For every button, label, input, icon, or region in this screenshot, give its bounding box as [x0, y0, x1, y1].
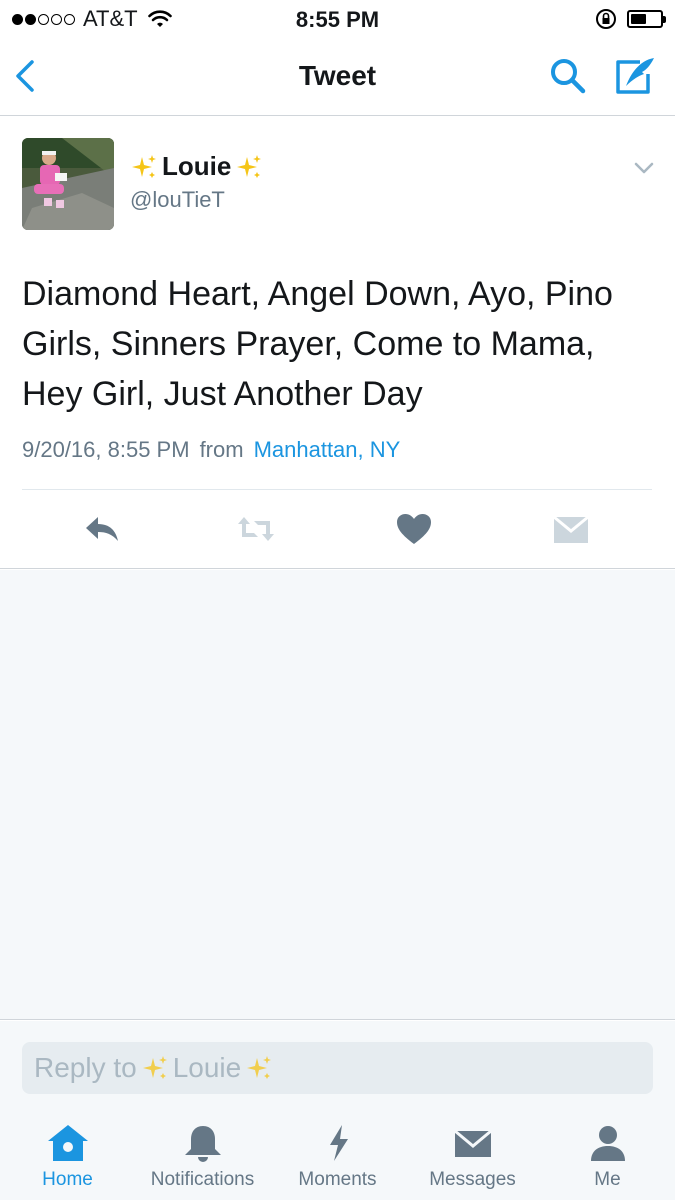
- location-link[interactable]: Manhattan, NY: [254, 437, 401, 463]
- avatar-photo: [22, 138, 114, 230]
- reply-input[interactable]: Reply to Louie: [22, 1042, 653, 1094]
- lightning-icon: [329, 1125, 348, 1161]
- user-handle[interactable]: @louTieT: [130, 187, 225, 213]
- battery-icon: [627, 10, 666, 28]
- tab-label: Messages: [429, 1169, 516, 1190]
- divider: [22, 489, 652, 490]
- bell-icon: [184, 1126, 221, 1162]
- direct-message-icon[interactable]: [551, 511, 591, 547]
- tab-me[interactable]: Me: [540, 1123, 675, 1199]
- tab-label: Notifications: [150, 1169, 255, 1190]
- status-bar: AT&T 8:55 PM: [0, 0, 675, 38]
- orientation-lock-icon: [596, 9, 616, 29]
- tab-messages[interactable]: Messages: [405, 1123, 540, 1199]
- navigation-bar: Tweet: [0, 38, 675, 116]
- reply-placeholder-prefix: Reply to: [34, 1052, 137, 1083]
- sparkles-icon: [142, 1056, 167, 1079]
- status-time: 8:55 PM: [295, 7, 380, 32]
- sparkles-icon: [247, 1056, 272, 1079]
- tweet-text: Diamond Heart, Angel Down, Ayo, Pino Gir…: [22, 275, 613, 413]
- chevron-down-icon[interactable]: [634, 161, 654, 175]
- display-name-row[interactable]: Louie: [130, 151, 263, 182]
- display-name: Louie: [162, 151, 232, 181]
- reply-placeholder-name: Louie: [172, 1052, 242, 1083]
- tab-notifications[interactable]: Notifications: [135, 1123, 270, 1199]
- search-icon[interactable]: [548, 56, 588, 96]
- tab-moments[interactable]: Moments: [270, 1123, 405, 1199]
- sparkles-icon: [237, 154, 262, 178]
- tab-home[interactable]: Home: [0, 1123, 135, 1199]
- avatar[interactable]: [22, 138, 114, 230]
- sparkles-icon: [132, 154, 156, 178]
- tab-label: Home: [42, 1169, 93, 1190]
- status-right: [595, 8, 666, 30]
- like-icon[interactable]: [394, 511, 434, 547]
- tweet-meta: 9/20/16, 8:55 PM from Manhattan, NY: [22, 437, 400, 463]
- compose-tweet-icon[interactable]: [612, 54, 658, 98]
- tab-label: Moments: [298, 1169, 377, 1190]
- home-icon: [47, 1125, 88, 1161]
- person-icon: [590, 1126, 625, 1161]
- reply-bar: Reply to Louie: [0, 1021, 675, 1115]
- reply-icon[interactable]: [82, 511, 122, 547]
- tweet-timestamp: 9/20/16, 8:55 PM: [22, 437, 190, 462]
- tweet-detail: Louie @louTieT Diamond Heart, Angel Down…: [0, 117, 675, 569]
- retweet-icon[interactable]: [236, 511, 276, 547]
- tab-bar: Home Notifications Moments Messages Me: [0, 1115, 675, 1200]
- replies-area: [0, 570, 675, 1020]
- tab-label: Me: [594, 1169, 621, 1190]
- envelope-icon: [453, 1129, 492, 1157]
- from-label: from: [199, 437, 244, 462]
